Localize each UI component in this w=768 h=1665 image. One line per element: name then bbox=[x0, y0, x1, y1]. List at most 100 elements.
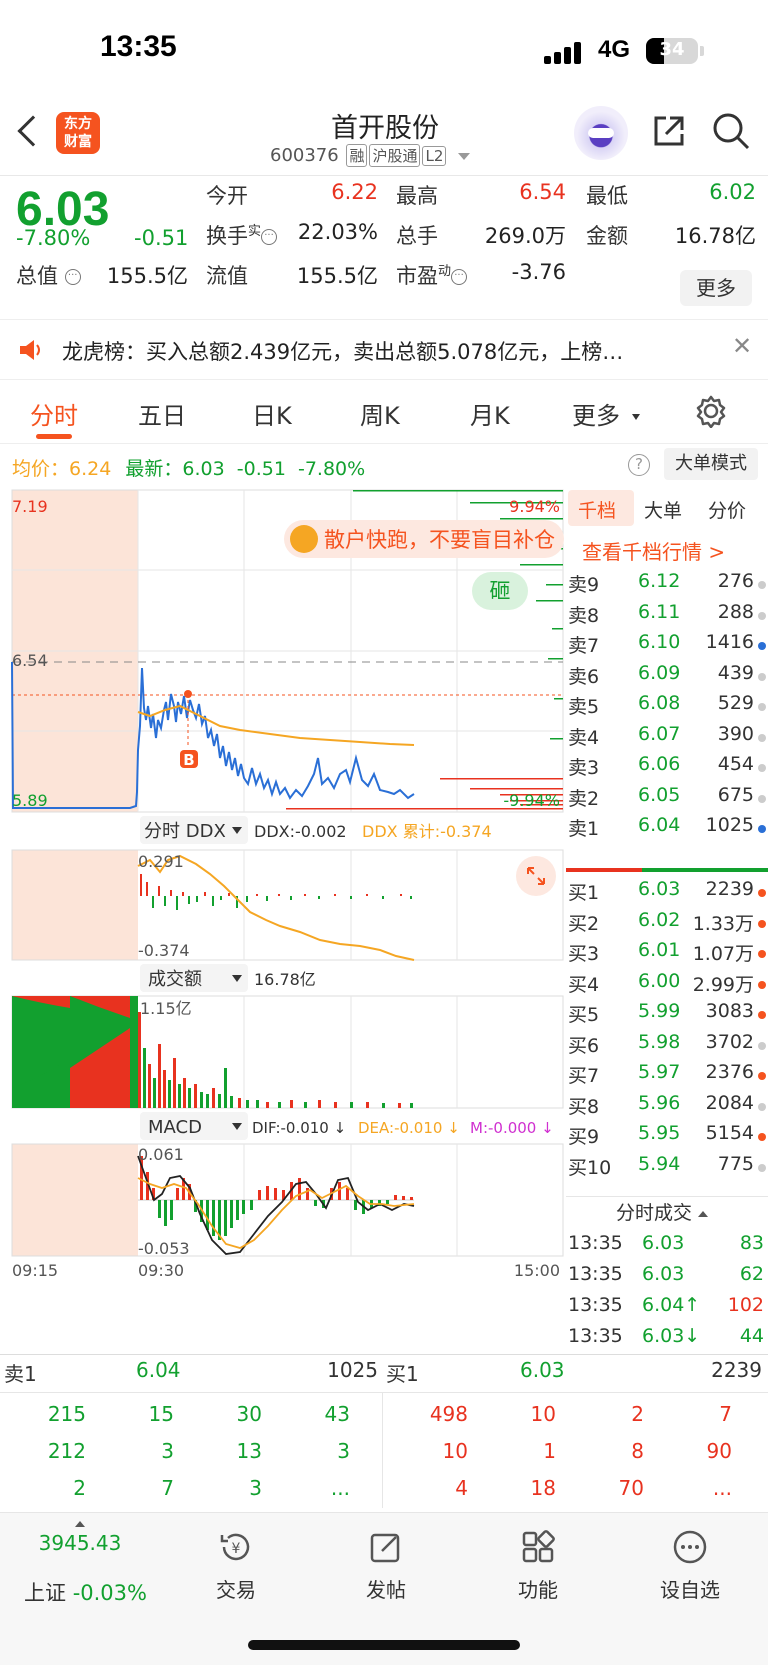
notice-bar[interactable]: 龙虎榜：买入总额2.439亿元，卖出总额5.078亿元，上榜… ✕ bbox=[0, 320, 768, 380]
bid-row[interactable]: 买5 5.99 3083 bbox=[566, 1000, 768, 1032]
bid-row[interactable]: 买9 5.95 5154 bbox=[566, 1122, 768, 1154]
ticks-title[interactable]: 分时成交 bbox=[616, 1198, 709, 1225]
turnover-label[interactable]: 换手实 ··· bbox=[206, 220, 278, 250]
pct-bottom-label: -9.94% bbox=[503, 791, 560, 810]
bid-row[interactable]: 买7 5.97 2376 bbox=[566, 1061, 768, 1093]
logo-line2: 财富 bbox=[64, 134, 92, 150]
pe-label[interactable]: 市盈动 ··· bbox=[396, 260, 468, 290]
bid-row[interactable]: 买10 5.94 775 bbox=[566, 1153, 768, 1185]
tab-weekly[interactable]: 周K bbox=[360, 396, 400, 431]
ask-row[interactable]: 卖5 6.08 529 bbox=[566, 692, 768, 724]
big-order-mode-button[interactable]: 大单模式 bbox=[664, 448, 758, 480]
tab-depth[interactable]: 千档 bbox=[578, 496, 616, 523]
tab-price-dist[interactable]: 分价 bbox=[708, 496, 746, 523]
nav-add-watchlist[interactable]: 设自选 bbox=[640, 1529, 740, 1603]
info-icon[interactable]: ··· bbox=[261, 229, 278, 245]
tick-volume: 62 bbox=[739, 1263, 764, 1285]
tab-5day[interactable]: 五日 bbox=[138, 396, 186, 431]
buy-marker-label: B bbox=[183, 751, 194, 769]
level-volume: 288 bbox=[717, 600, 754, 623]
ask-row[interactable]: 卖3 6.06 454 bbox=[566, 753, 768, 785]
dot-icon bbox=[758, 825, 766, 833]
mcap-label[interactable]: 总值 ··· bbox=[16, 260, 81, 290]
nav-trade[interactable]: ¥ 交易 bbox=[186, 1529, 286, 1603]
tab-intraday[interactable]: 分时 bbox=[30, 396, 78, 431]
bid-row[interactable]: 买6 5.98 3702 bbox=[566, 1031, 768, 1063]
caret-up-icon bbox=[698, 1210, 709, 1217]
bid-row[interactable]: 买3 6.01 1.07万 bbox=[566, 939, 768, 971]
level-price: 5.96 bbox=[638, 1091, 681, 1114]
float-label: 流值 bbox=[206, 264, 248, 288]
period-tabs: 分时 五日 日K 周K 月K 更多 bbox=[0, 380, 768, 444]
back-icon[interactable] bbox=[17, 115, 49, 147]
ask-row[interactable]: 卖8 6.11 288 bbox=[566, 601, 768, 633]
ask-row[interactable]: 卖6 6.09 439 bbox=[566, 662, 768, 694]
level-label: 买7 bbox=[568, 1065, 600, 1087]
level-volume: 2239 bbox=[705, 878, 754, 900]
clock: 13:35 bbox=[100, 30, 177, 63]
buy1-price: 6.03 bbox=[520, 1358, 565, 1382]
ask-row[interactable]: 卖1 6.04 1025 bbox=[566, 814, 768, 846]
dot-icon bbox=[758, 1072, 766, 1080]
stock-code-row[interactable]: 600376 融沪股通 L2 bbox=[270, 144, 471, 167]
ask-row[interactable]: 卖2 6.05 675 bbox=[566, 784, 768, 816]
bid-row[interactable]: 买1 6.03 2239 bbox=[566, 878, 768, 910]
tab-daily[interactable]: 日K bbox=[252, 396, 292, 431]
edit-icon bbox=[370, 1533, 400, 1563]
index-ticker[interactable]: 3945.43 bbox=[30, 1521, 130, 1555]
queue-cell: 18 bbox=[530, 1476, 556, 1500]
status-bar: 13:35 4G 34 bbox=[0, 0, 768, 100]
nav-functions[interactable]: 功能 bbox=[488, 1529, 588, 1603]
svg-text:¥: ¥ bbox=[232, 1541, 241, 1557]
tag-margin: 融 bbox=[346, 144, 368, 167]
app-logo[interactable]: 东方 财富 bbox=[56, 112, 100, 154]
macd-dea: DEA:-0.010 ↓ bbox=[358, 1119, 460, 1137]
level-volume: 675 bbox=[717, 783, 754, 806]
tick-price: 6.03↓ bbox=[642, 1325, 701, 1347]
bid-row[interactable]: 买4 6.00 2.99万 bbox=[566, 970, 768, 1002]
low-value: 6.02 bbox=[709, 180, 756, 204]
chevron-down-icon[interactable] bbox=[458, 152, 471, 160]
search-icon[interactable] bbox=[712, 112, 750, 150]
level-label: 卖3 bbox=[568, 757, 600, 779]
latest-value: 6.03 bbox=[182, 458, 225, 480]
volume-label: 总手 bbox=[396, 224, 438, 248]
queue-cell: ... bbox=[330, 1476, 350, 1500]
help-icon[interactable]: ? bbox=[628, 454, 650, 476]
ask-row[interactable]: 卖7 6.10 1416 bbox=[566, 631, 768, 663]
amount-label: 金额 bbox=[586, 224, 628, 248]
ddx-value: DDX:-0.002 bbox=[254, 822, 347, 841]
turnover-label-text: 换手 bbox=[206, 224, 248, 248]
nav-post[interactable]: 发帖 bbox=[336, 1529, 436, 1603]
view-depth-link[interactable]: 查看千档行情 > bbox=[582, 536, 725, 565]
time-end-label: 15:00 bbox=[514, 1261, 560, 1280]
tab-monthly[interactable]: 月K bbox=[470, 396, 510, 431]
tab-big-order[interactable]: 大单 bbox=[644, 496, 682, 523]
close-icon[interactable]: ✕ bbox=[732, 332, 752, 360]
level-price: 5.98 bbox=[638, 1030, 681, 1053]
level-label: 卖9 bbox=[568, 574, 600, 596]
tab-more[interactable]: 更多 bbox=[572, 396, 620, 431]
bid-row[interactable]: 买8 5.96 2084 bbox=[566, 1092, 768, 1124]
index-name: 上证 bbox=[24, 1581, 66, 1605]
ask-row[interactable]: 卖9 6.12 276 bbox=[566, 570, 768, 602]
divider bbox=[0, 1392, 768, 1393]
gear-icon[interactable] bbox=[694, 394, 728, 428]
ai-assistant-icon[interactable] bbox=[574, 106, 628, 160]
index-change: -0.03% bbox=[72, 1581, 147, 1605]
info-icon[interactable]: ··· bbox=[451, 269, 468, 285]
home-indicator bbox=[248, 1640, 520, 1650]
ask-row[interactable]: 卖4 6.07 390 bbox=[566, 723, 768, 755]
buy1-label: 买1 bbox=[386, 1362, 419, 1386]
level-price: 6.02 bbox=[638, 908, 681, 931]
intraday-chart[interactable]: B 散户快跑，不要盲目补仓 砸 7.19 6.54 5.89 9.94% -9.… bbox=[0, 488, 566, 1348]
share-icon[interactable] bbox=[652, 114, 686, 148]
info-icon[interactable]: ··· bbox=[64, 269, 81, 285]
level-label: 买9 bbox=[568, 1126, 600, 1148]
sell1-price: 6.04 bbox=[136, 1358, 181, 1382]
dot-icon bbox=[758, 642, 766, 650]
more-button[interactable]: 更多 bbox=[680, 270, 752, 306]
level-volume: 1416 bbox=[705, 631, 754, 653]
bid-row[interactable]: 买2 6.02 1.33万 bbox=[566, 909, 768, 941]
index-label: 上证 -0.03% bbox=[24, 1577, 147, 1607]
